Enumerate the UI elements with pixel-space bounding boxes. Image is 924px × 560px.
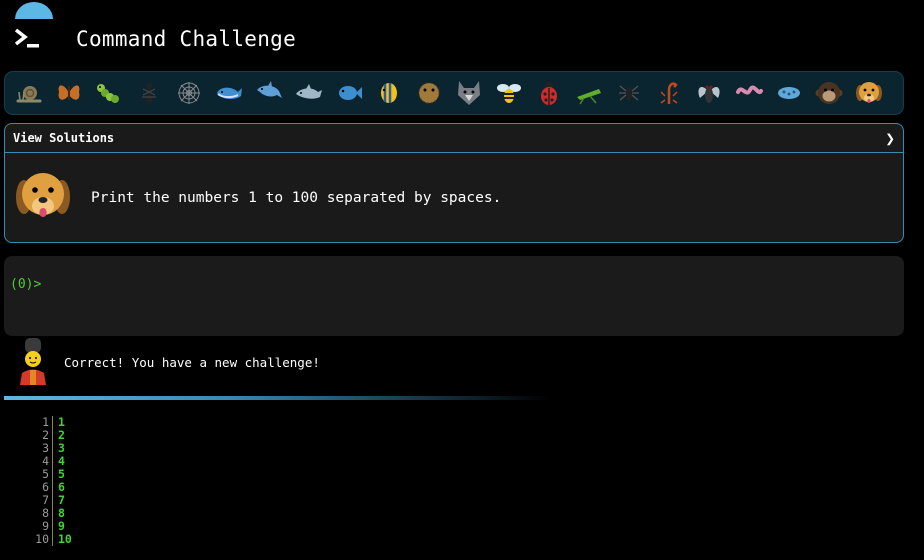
butterfly-icon[interactable] — [52, 77, 85, 110]
output-value: 10 — [58, 532, 72, 546]
view-solutions-label: View Solutions — [13, 131, 115, 145]
line-number: 10 — [35, 532, 49, 546]
header: Command Challenge — [14, 26, 296, 52]
caterpillar-icon[interactable] — [92, 77, 125, 110]
scorpion-icon[interactable] — [652, 77, 685, 110]
dog-avatar-icon — [16, 172, 70, 217]
challenge-text: Print the numbers 1 to 100 separated by … — [91, 189, 502, 206]
feedback-text: Correct! You have a new challenge! — [64, 354, 320, 370]
output-line: 10 10 — [14, 533, 72, 546]
monkey-icon[interactable] — [812, 77, 845, 110]
terminal-prompt: (0)> — [10, 277, 42, 292]
chevron-right-icon: ❯ — [885, 128, 895, 148]
wolf-icon[interactable] — [452, 77, 485, 110]
tropical-fish-icon[interactable] — [372, 77, 405, 110]
cricket-icon[interactable] — [572, 77, 605, 110]
worm-icon[interactable] — [732, 77, 765, 110]
pufferfish-icon[interactable] — [412, 77, 445, 110]
ladybug-icon[interactable] — [532, 77, 565, 110]
progress-divider — [4, 396, 550, 400]
terminal-input[interactable]: (0)> — [4, 256, 904, 336]
dolphin-icon[interactable] — [252, 77, 285, 110]
guard-icon — [20, 338, 46, 385]
spider-icon[interactable] — [612, 77, 645, 110]
view-solutions-toggle[interactable]: View Solutions ❯ — [5, 124, 903, 153]
whale-icon[interactable] — [212, 77, 245, 110]
page-title: Command Challenge — [76, 27, 297, 51]
challenge-selector-bar — [4, 71, 904, 115]
fish-icon[interactable] — [332, 77, 365, 110]
dolphin-2-icon[interactable] — [292, 77, 325, 110]
feedback-message: Correct! You have a new challenge! — [14, 337, 320, 387]
output-panel: 1 1 2 2 3 3 4 4 5 5 6 6 7 7 8 8 9 9 10 10 — [14, 416, 72, 546]
snail-icon[interactable] — [12, 77, 45, 110]
dog-icon[interactable] — [852, 77, 885, 110]
bee-icon[interactable] — [492, 77, 525, 110]
challenge-panel: View Solutions ❯ Print the numbers 1 to … — [4, 123, 904, 243]
fly-icon[interactable] — [692, 77, 725, 110]
terminal-prompt-icon — [14, 28, 39, 48]
logo-dome-icon — [15, 2, 53, 19]
ant-icon[interactable] — [132, 77, 165, 110]
spider-web-icon[interactable] — [172, 77, 205, 110]
microbe-icon[interactable] — [772, 77, 805, 110]
